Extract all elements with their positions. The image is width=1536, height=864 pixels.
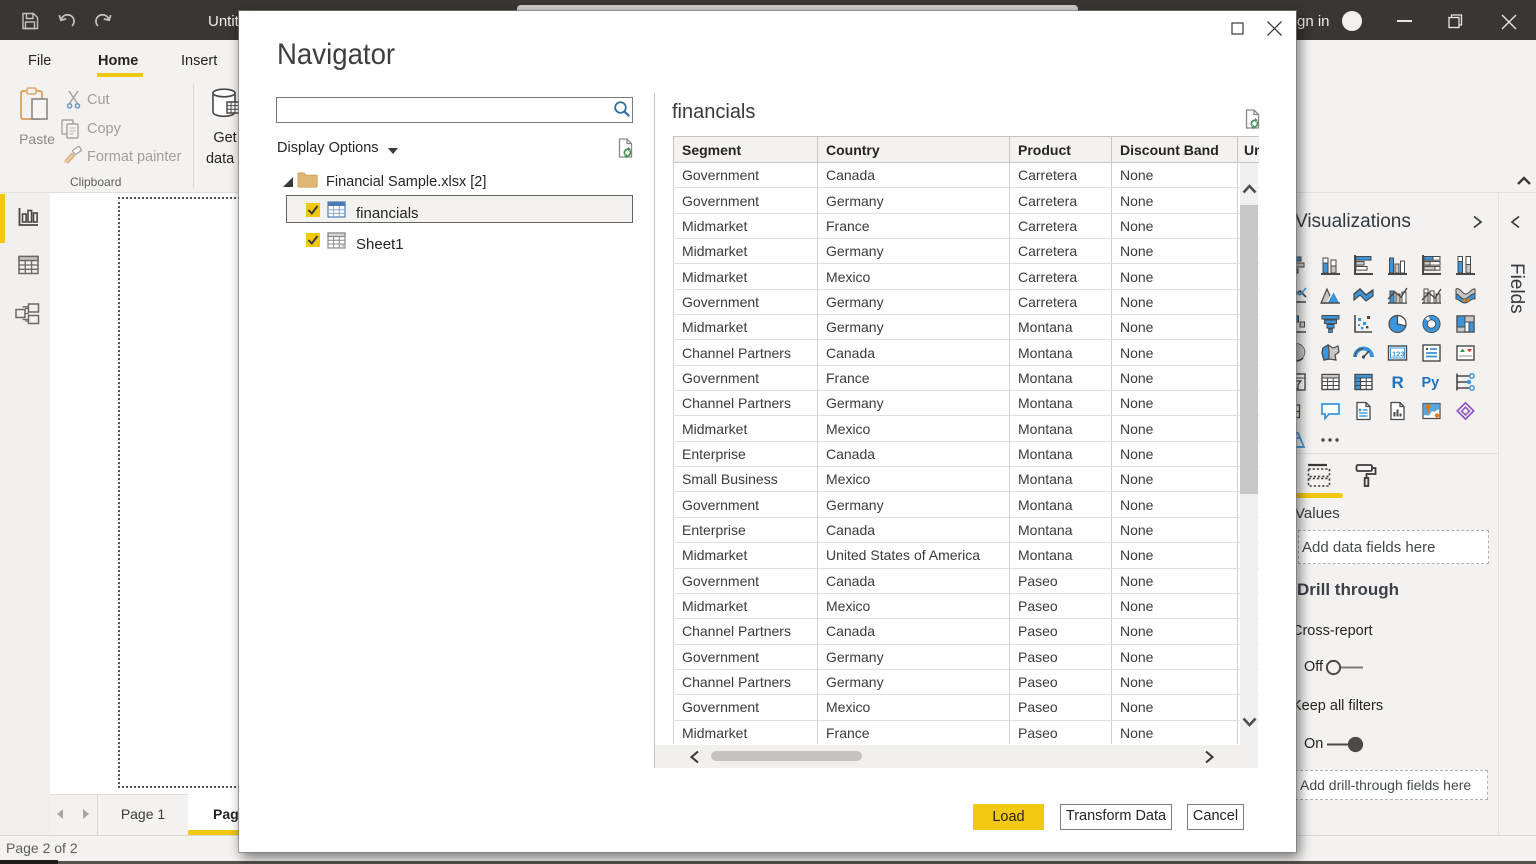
svg-text:123: 123 <box>1392 350 1405 359</box>
svg-text:Py: Py <box>1422 375 1440 391</box>
svg-text:R: R <box>1392 373 1404 392</box>
